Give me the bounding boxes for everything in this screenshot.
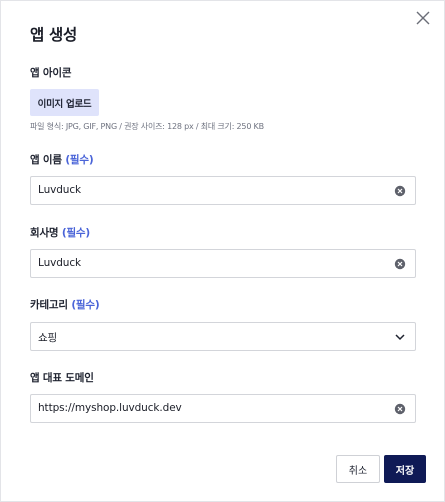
- app-icon-label: 앱 아이콘: [30, 67, 72, 79]
- save-button[interactable]: 저장: [384, 455, 426, 483]
- company-input[interactable]: Luvduck: [30, 249, 416, 278]
- company-label: 회사명 (필수): [30, 225, 90, 240]
- required-marker: (필수): [71, 299, 100, 311]
- clear-icon[interactable]: [394, 185, 406, 197]
- category-label: 카테고리 (필수): [30, 297, 100, 312]
- dialog-title: 앱 생성: [30, 26, 77, 44]
- clear-icon[interactable]: [394, 258, 406, 270]
- required-marker: (필수): [61, 227, 90, 239]
- domain-value: https://myshop.luvduck.dev: [38, 402, 182, 414]
- required-marker: (필수): [65, 154, 94, 166]
- app-name-input[interactable]: Luvduck: [30, 176, 416, 205]
- category-value: 쇼핑: [38, 332, 58, 344]
- app-name-label-text: 앱 이름: [30, 154, 62, 166]
- app-name-value: Luvduck: [38, 184, 82, 196]
- close-icon[interactable]: [414, 9, 432, 27]
- upload-image-button[interactable]: 이미지 업로드: [30, 89, 99, 116]
- company-value: Luvduck: [38, 257, 82, 269]
- create-app-dialog: 앱 생성 앱 아이콘 이미지 업로드 파일 형식: JPG, GIF, PNG …: [0, 0, 445, 502]
- company-label-text: 회사명: [30, 227, 59, 239]
- domain-input[interactable]: https://myshop.luvduck.dev: [30, 394, 416, 423]
- domain-label: 앱 대표 도메인: [30, 372, 94, 384]
- clear-icon[interactable]: [394, 403, 406, 415]
- app-name-label: 앱 이름 (필수): [30, 152, 94, 167]
- chevron-down-icon[interactable]: [394, 331, 406, 343]
- upload-hint: 파일 형식: JPG, GIF, PNG / 권장 사이즈: 128 px / …: [30, 122, 264, 131]
- cancel-button[interactable]: 취소: [336, 455, 380, 483]
- category-label-text: 카테고리: [30, 299, 68, 311]
- category-select[interactable]: 쇼핑: [30, 322, 416, 351]
